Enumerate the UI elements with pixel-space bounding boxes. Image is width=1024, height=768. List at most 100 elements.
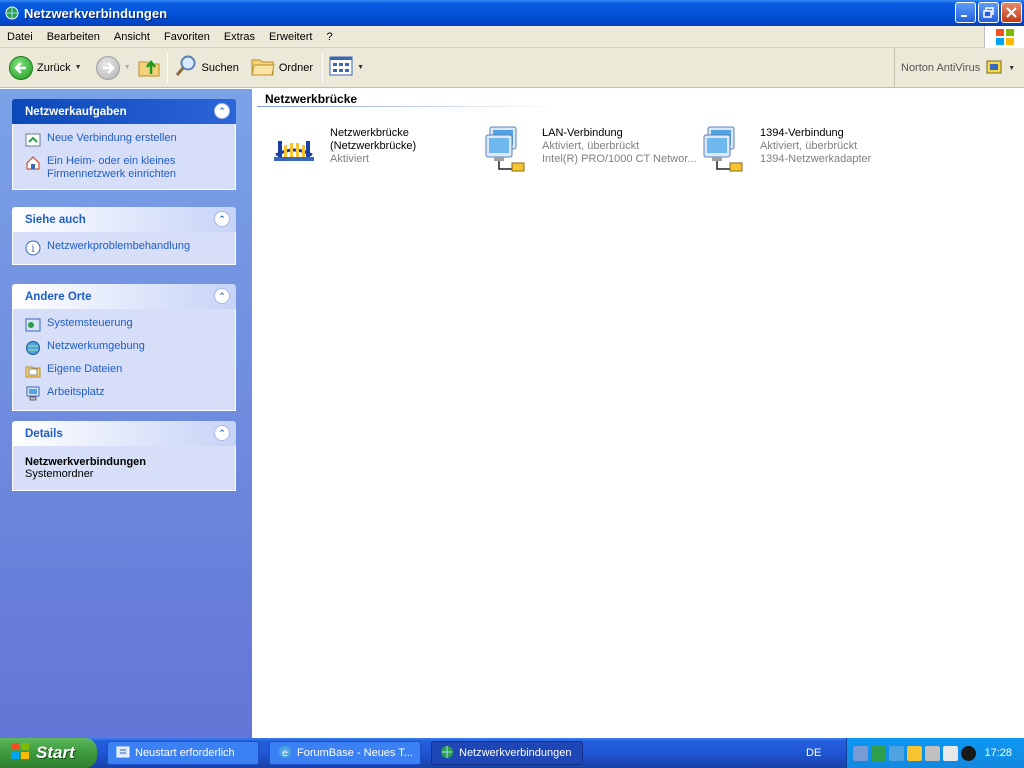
details-panel: Details ⌃ Netzwerkverbindungen Systemord… xyxy=(12,421,236,491)
up-folder-icon xyxy=(137,54,161,81)
task-new-connection-label: Neue Verbindung erstellen xyxy=(47,132,177,144)
taskbar-item-network-connections[interactable]: Netzwerkverbindungen xyxy=(431,741,583,765)
task-network-troubleshooter[interactable]: i Netzwerkproblembehandlung xyxy=(25,240,225,256)
place-network-neighborhood-label: Netzwerkumgebung xyxy=(47,340,145,352)
back-label: Zurück xyxy=(37,61,71,74)
collapse-chevron-icon[interactable]: ⌃ xyxy=(214,425,230,441)
connection-tile-lan[interactable]: LAN-Verbindung Aktiviert, überbrückt Int… xyxy=(484,125,700,175)
start-button[interactable]: Start xyxy=(0,738,97,768)
other-places-header[interactable]: Andere Orte ⌃ xyxy=(12,284,236,309)
group-header: Netzwerkbrücke xyxy=(265,92,358,106)
tray-media-icon[interactable] xyxy=(961,745,976,761)
place-my-computer-label: Arbeitsplatz xyxy=(47,386,105,398)
collapse-chevron-icon[interactable]: ⌃ xyxy=(214,211,230,227)
task-pane: Netzwerkaufgaben ⌃ Neue Verbindung erste… xyxy=(0,89,252,738)
task-new-connection[interactable]: Neue Verbindung erstellen xyxy=(25,132,225,148)
forward-dropdown-icon[interactable]: ▼ xyxy=(124,64,131,71)
connection-tile-bridge[interactable]: Netzwerkbrücke (Netzwerkbrücke) Aktivier… xyxy=(272,125,416,175)
start-label: Start xyxy=(36,743,75,762)
menu-help[interactable]: ? xyxy=(319,27,339,47)
close-button[interactable] xyxy=(1001,2,1022,23)
collapse-chevron-icon[interactable]: ⌃ xyxy=(214,103,230,119)
tile-1394-name: 1394-Verbindung xyxy=(760,127,844,139)
tile-lan-adapter: Intel(R) PRO/1000 CT Networ... xyxy=(542,153,697,165)
forward-arrow-icon xyxy=(95,55,120,80)
details-header[interactable]: Details ⌃ xyxy=(12,421,236,446)
views-dropdown-icon[interactable]: ▼ xyxy=(357,64,364,71)
restore-button[interactable] xyxy=(978,2,999,23)
network-neighborhood-icon xyxy=(25,340,41,356)
place-my-documents-label: Eigene Dateien xyxy=(47,363,123,375)
restart-icon xyxy=(116,745,130,762)
window-title: Netzwerkverbindungen xyxy=(24,5,168,21)
norton-antivirus-toolbar[interactable]: Norton AntiVirus ▼ xyxy=(894,48,1024,88)
details-type: Systemordner xyxy=(25,468,94,480)
forward-button[interactable]: ▼ xyxy=(93,51,134,85)
taskbar-item-forumbase[interactable]: e ForumBase - Neues T... xyxy=(269,741,421,765)
menu-bearbeiten[interactable]: Bearbeiten xyxy=(40,27,107,47)
tray-globe-icon[interactable] xyxy=(871,745,886,761)
tile-bridge-name: Netzwerkbrücke xyxy=(330,127,409,139)
see-also-panel: Siehe auch ⌃ i Netzwerkproblembehandlung xyxy=(12,207,236,265)
tile-lan-status: Aktiviert, überbrückt xyxy=(542,140,640,152)
tray-display-icon[interactable] xyxy=(925,745,940,761)
search-label: Suchen xyxy=(201,61,239,74)
title-bar: Netzwerkverbindungen xyxy=(0,0,1024,26)
taskbar-item-restart-label: Neustart erforderlich xyxy=(135,747,235,759)
folders-label: Ordner xyxy=(278,61,314,74)
toolbar-separator xyxy=(166,52,168,83)
tile-bridge-status: Aktiviert xyxy=(330,153,370,165)
clock: 17:28 xyxy=(984,747,1012,759)
menu-extras[interactable]: Extras xyxy=(217,27,262,47)
toolbar-separator xyxy=(322,52,324,83)
see-also-body: i Netzwerkproblembehandlung xyxy=(12,232,236,265)
minimize-button[interactable] xyxy=(955,2,976,23)
menu-datei[interactable]: Datei xyxy=(0,27,40,47)
back-button[interactable]: Zurück ▼ xyxy=(6,51,85,85)
taskbar: Start Neustart erforderlich e ForumBase … xyxy=(0,738,1024,768)
views-button[interactable]: ▼ xyxy=(326,51,367,85)
home-network-icon xyxy=(25,155,41,171)
place-network-neighborhood[interactable]: Netzwerkumgebung xyxy=(25,340,225,356)
network-bridge-icon xyxy=(272,125,324,175)
tray-norton-icon[interactable] xyxy=(907,745,922,761)
content-area: Netzwerkbrücke Netzwerkbrücke (Netzwerkb… xyxy=(252,89,1024,738)
tile-1394-status: Aktiviert, überbrückt xyxy=(760,140,858,152)
connection-tile-1394[interactable]: 1394-Verbindung Aktiviert, überbrückt 13… xyxy=(702,125,871,175)
place-my-documents[interactable]: Eigene Dateien xyxy=(25,363,225,379)
place-my-computer[interactable]: Arbeitsplatz xyxy=(25,386,225,402)
tray-network-icon[interactable] xyxy=(853,745,868,761)
menu-ansicht[interactable]: Ansicht xyxy=(107,27,157,47)
task-home-network-label: Ein Heim- oder ein kleines Firmennetzwer… xyxy=(47,155,176,180)
up-folder-button[interactable] xyxy=(134,51,164,85)
menu-erweitert[interactable]: Erweitert xyxy=(262,27,319,47)
tile-lan-name: LAN-Verbindung xyxy=(542,127,623,139)
collapse-chevron-icon[interactable]: ⌃ xyxy=(214,288,230,304)
back-dropdown-icon[interactable]: ▼ xyxy=(75,64,82,71)
svg-text:i: i xyxy=(31,244,34,255)
place-control-panel[interactable]: Systemsteuerung xyxy=(25,317,225,333)
task-network-troubleshooter-label: Netzwerkproblembehandlung xyxy=(47,240,191,252)
back-arrow-icon xyxy=(9,55,33,80)
menu-favoriten[interactable]: Favoriten xyxy=(157,27,217,47)
close-icon xyxy=(1006,7,1017,18)
folders-button[interactable]: Ordner xyxy=(248,51,316,85)
see-also-header[interactable]: Siehe auch ⌃ xyxy=(12,207,236,232)
views-icon xyxy=(329,56,353,79)
network-tasks-header[interactable]: Netzwerkaufgaben ⌃ xyxy=(12,99,236,124)
task-home-network[interactable]: Ein Heim- oder ein kleines Firmennetzwer… xyxy=(25,155,225,181)
search-button[interactable]: Suchen xyxy=(171,51,242,85)
norton-dropdown-icon[interactable]: ▼ xyxy=(1008,65,1015,72)
search-icon xyxy=(174,54,198,81)
taskbar-item-restart[interactable]: Neustart erforderlich xyxy=(107,741,259,765)
see-also-title: Siehe auch xyxy=(25,213,86,226)
new-connection-icon xyxy=(25,132,41,148)
tray-speaker-icon[interactable] xyxy=(943,745,958,761)
language-indicator[interactable]: DE xyxy=(806,747,821,759)
my-documents-icon xyxy=(25,363,41,379)
windows-logo-icon xyxy=(984,26,1024,48)
restore-icon xyxy=(983,7,994,18)
details-body: Netzwerkverbindungen Systemordner xyxy=(12,446,236,491)
tray-internet-icon[interactable] xyxy=(889,745,904,761)
taskbar-item-forumbase-label: ForumBase - Neues T... xyxy=(297,747,413,759)
